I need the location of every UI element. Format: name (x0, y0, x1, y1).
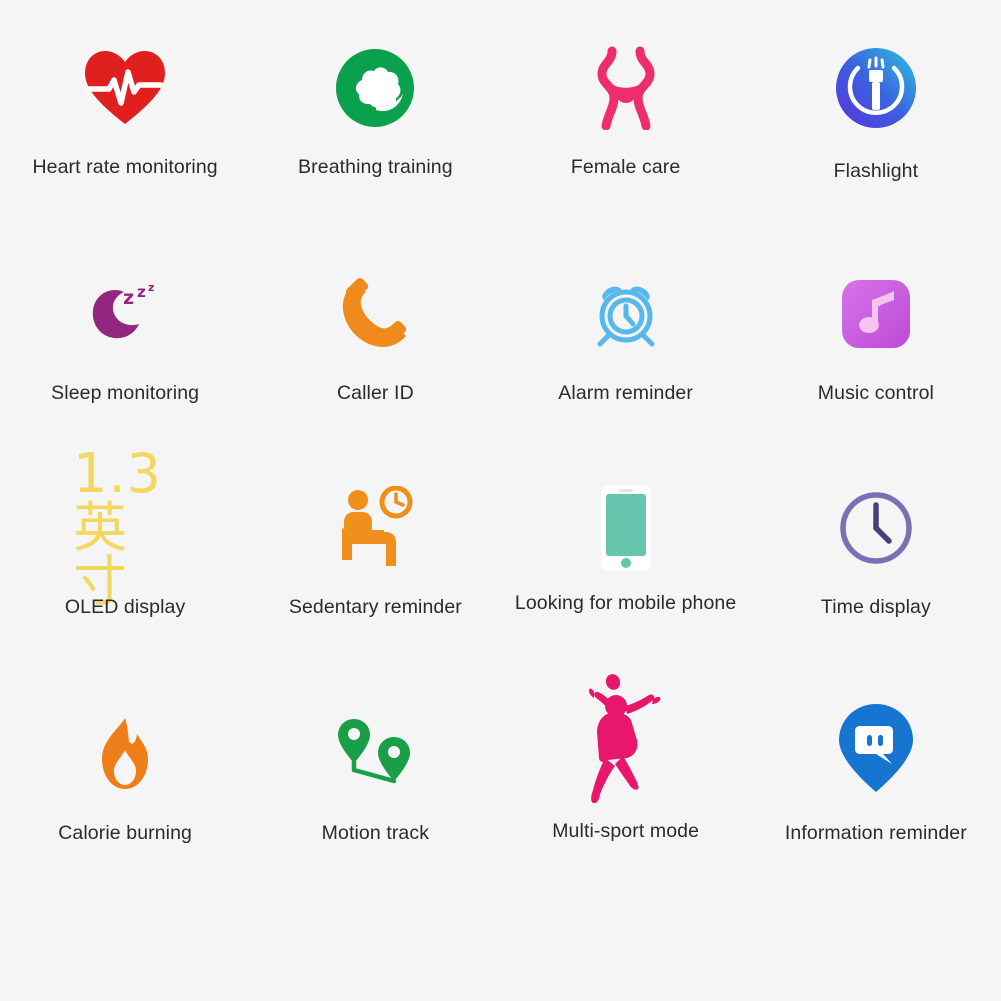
feature-tile-flashlight[interactable]: Flashlight (751, 20, 1001, 240)
feature-tile-looking-for-mobile-phone[interactable]: Looking for mobile phone (501, 460, 751, 680)
heart-rate-icon (73, 36, 177, 140)
feature-label: Heart rate monitoring (32, 156, 218, 178)
feature-label: Calorie burning (58, 822, 192, 844)
feature-grid: Heart rate monitoring Breathing training… (0, 0, 1001, 1001)
feature-label: OLED display (64, 596, 186, 618)
feature-tile-sleep-monitoring[interactable]: z z z Sleep monitoring (0, 240, 250, 460)
seated-person-clock-icon (323, 476, 427, 580)
feature-label: Breathing training (298, 156, 453, 178)
athlete-silhouette-icon (574, 674, 678, 804)
oled-size-value: 1.3英寸 (73, 442, 163, 613)
feature-tile-information-reminder[interactable]: Information reminder (751, 680, 1001, 900)
feature-label: Female care (570, 156, 681, 178)
oled-size-text: 1.3英寸 (73, 447, 177, 609)
clock-icon (824, 476, 928, 580)
alarm-clock-icon (574, 262, 678, 366)
feature-label: Alarm reminder (558, 382, 693, 404)
feature-tile-breathing-training[interactable]: Breathing training (250, 20, 500, 240)
svg-text:z: z (148, 281, 154, 294)
feature-label: Motion track (321, 822, 430, 844)
feature-tile-calorie-burning[interactable]: Calorie burning (0, 680, 250, 900)
feature-tile-oled-display[interactable]: 1.3英寸 OLED display (0, 447, 250, 680)
svg-text:z: z (137, 283, 146, 301)
feature-label: Flashlight (833, 160, 919, 182)
feature-label: Sleep monitoring (51, 382, 200, 404)
map-pins-route-icon (323, 702, 427, 806)
feature-label: Looking for mobile phone (514, 592, 737, 614)
feature-tile-time-display[interactable]: Time display (751, 460, 1001, 680)
moon-zzz-icon: z z z (73, 262, 177, 366)
feature-tile-caller-id[interactable]: Caller ID (250, 240, 500, 460)
female-body-icon (574, 36, 678, 140)
music-note-icon (824, 262, 928, 366)
feature-tile-multi-sport-mode[interactable]: Multi-sport mode (501, 674, 751, 900)
message-pin-icon (824, 696, 928, 800)
feature-tile-female-care[interactable]: Female care (501, 20, 751, 240)
feature-tile-music-control[interactable]: Music control (751, 240, 1001, 460)
svg-text:z: z (123, 287, 134, 309)
breathing-lung-icon (323, 36, 427, 140)
top-spacer (0, 0, 1001, 20)
feature-tile-heart-rate-monitoring[interactable]: Heart rate monitoring (0, 20, 250, 240)
feature-tile-alarm-reminder[interactable]: Alarm reminder (501, 240, 751, 460)
feature-label: Caller ID (337, 382, 414, 404)
flashlight-icon (824, 36, 928, 140)
phone-handset-icon (323, 262, 427, 366)
feature-label: Multi-sport mode (552, 820, 700, 842)
flame-icon (73, 702, 177, 806)
feature-tile-motion-track[interactable]: Motion track (250, 680, 500, 900)
feature-label: Time display (820, 596, 931, 618)
feature-label: Music control (817, 382, 934, 404)
feature-tile-sedentary-reminder[interactable]: Sedentary reminder (250, 460, 500, 680)
mobile-phone-icon (574, 476, 678, 580)
feature-label: Sedentary reminder (288, 596, 462, 618)
feature-label: Information reminder (784, 822, 967, 844)
